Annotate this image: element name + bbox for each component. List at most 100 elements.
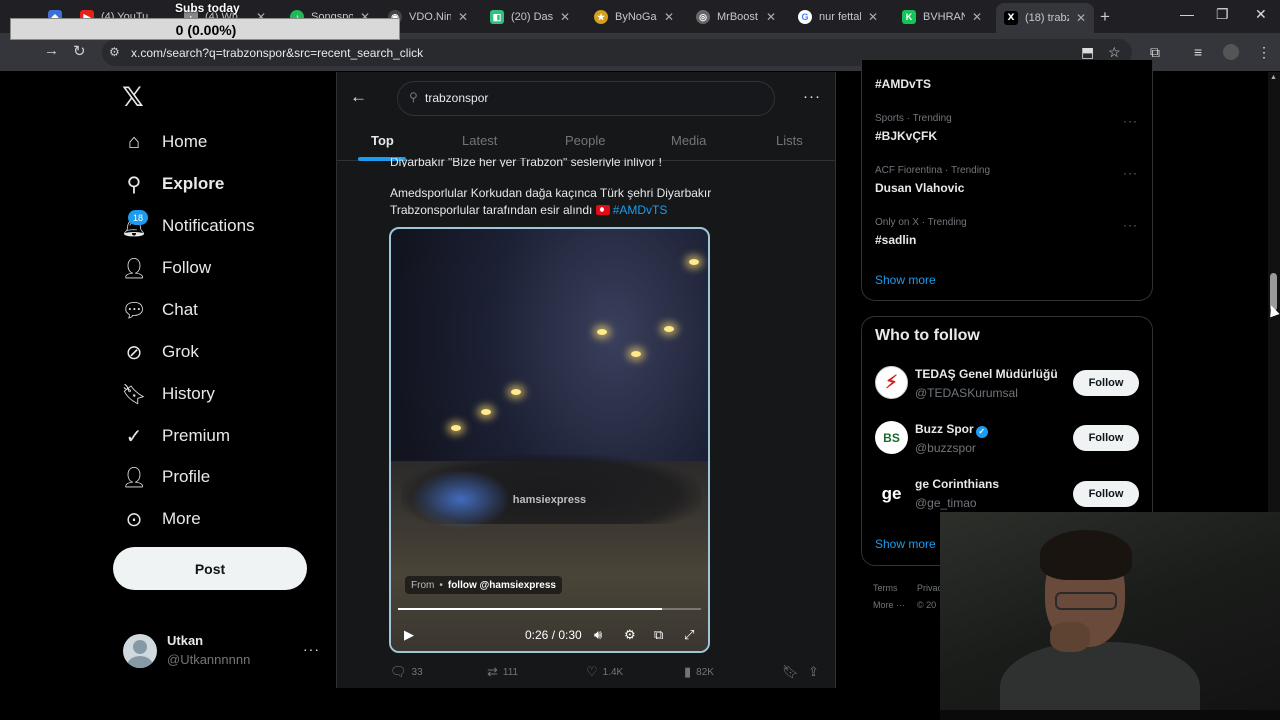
back-arrow-icon[interactable]: ←: [350, 87, 367, 107]
more-dots-icon[interactable]: ···: [1123, 166, 1138, 180]
view-count: 82K: [696, 666, 714, 678]
scroll-up-icon[interactable]: ▲: [1270, 74, 1277, 81]
maximize-icon[interactable]: ❐: [1216, 6, 1229, 23]
browser-tab[interactable]: ★ ByNoGam ✕: [586, 4, 682, 30]
video-player[interactable]: hamsiexpress From • follow @hamsiexpress…: [389, 227, 710, 653]
footer-link[interactable]: Privac: [917, 583, 942, 593]
close-icon[interactable]: ✕: [766, 10, 776, 24]
streetlight-icon: [689, 259, 699, 265]
webcam-bottom-bar: [940, 710, 1280, 720]
views-button[interactable]: ▮ 82K: [684, 664, 714, 680]
repost-button[interactable]: ⇄ 111: [487, 664, 518, 680]
minimize-icon[interactable]: —: [1180, 6, 1194, 22]
sidebar-item-more[interactable]: ⊙ More: [122, 501, 201, 537]
more-dots-icon[interactable]: ···: [1123, 114, 1138, 128]
source-attribution[interactable]: From • follow @hamsiexpress: [405, 576, 562, 594]
follow-button[interactable]: Follow: [1073, 425, 1139, 451]
browser-tab[interactable]: ◧ (20) Dash ✕: [482, 4, 578, 30]
window-close-icon[interactable]: ✕: [1255, 6, 1267, 23]
trends-show-more-link[interactable]: Show more: [875, 273, 936, 287]
close-icon[interactable]: ✕: [664, 10, 674, 24]
x-logo-icon[interactable]: 𝕏: [122, 82, 144, 113]
extensions-icon[interactable]: ⧉: [1150, 44, 1160, 61]
browser-tab[interactable]: ◎ MrBoost ✕: [688, 4, 784, 30]
more-dots-icon[interactable]: ···: [1123, 218, 1138, 232]
play-icon[interactable]: ▶: [404, 627, 414, 643]
fullscreen-icon[interactable]: ⤢: [684, 627, 694, 643]
browser-tab-active[interactable]: X (18) trabz ✕: [996, 3, 1094, 33]
tab-media[interactable]: Media: [671, 133, 706, 148]
sidebar-item-premium[interactable]: ✓ Premium: [122, 418, 230, 454]
sidebar-item-history[interactable]: 🔖︎ History: [121, 376, 215, 412]
tab-top[interactable]: Top: [371, 133, 394, 148]
account-name[interactable]: TEDAŞ Genel Müdürlüğü: [915, 367, 1058, 381]
repost-count: 111: [502, 666, 519, 678]
like-button[interactable]: ♡ 1.4K: [586, 664, 623, 680]
settings-icon[interactable]: ⚙: [624, 627, 636, 643]
trend-meta: ACF Fiorentina · Trending: [875, 165, 991, 176]
close-icon[interactable]: ✕: [972, 10, 982, 24]
video-progress-bar[interactable]: [398, 608, 701, 610]
forward-icon[interactable]: →: [44, 42, 59, 59]
trend-name[interactable]: Dusan Vlahovic: [875, 181, 964, 195]
volume-icon[interactable]: 🔊︎: [594, 627, 602, 643]
account-name-row[interactable]: Buzz Spor ✓: [915, 422, 988, 438]
media-control-icon[interactable]: ≡: [1194, 44, 1202, 60]
streetlight-icon: [631, 351, 641, 357]
sidebar-item-chat[interactable]: 💬︎ Chat: [121, 292, 198, 328]
reply-button[interactable]: 🗨︎ 33: [390, 664, 423, 680]
follow-button[interactable]: Follow: [1073, 481, 1139, 507]
browser-tab[interactable]: K BVHRAN ✕: [894, 4, 990, 30]
pip-icon[interactable]: ⧉: [654, 627, 663, 643]
sidebar-item-grok[interactable]: ⊘ Grok: [122, 334, 199, 370]
trend-name[interactable]: #sadlin: [875, 233, 916, 247]
avatar[interactable]: BS: [875, 421, 908, 454]
share-button[interactable]: ⇪: [808, 664, 819, 680]
avatar: [123, 634, 157, 668]
account-name[interactable]: ge Corinthians: [915, 477, 999, 491]
site-settings-icon[interactable]: ⚙: [109, 45, 120, 59]
bar-chart-icon: ▮: [684, 664, 692, 679]
dash-icon: ◧: [490, 10, 504, 24]
bookmark-button[interactable]: 🔖︎: [782, 664, 799, 680]
star-icon[interactable]: ☆: [1108, 44, 1121, 61]
subs-value: 0 (0.00%): [175, 22, 237, 38]
video-watermark: hamsiexpress: [512, 494, 587, 506]
post-button[interactable]: Post: [113, 547, 307, 590]
url-text[interactable]: x.com/search?q=trabzonspor&src=recent_se…: [131, 46, 423, 60]
footer-link[interactable]: Terms: [873, 583, 898, 593]
kebab-menu-icon[interactable]: ⋮: [1257, 44, 1271, 61]
profile-avatar[interactable]: [1223, 44, 1239, 60]
search-query[interactable]: trabzonspor: [425, 91, 488, 105]
hashtag-link[interactable]: #AMDvTS: [613, 203, 668, 217]
reload-icon[interactable]: ↻: [73, 42, 86, 60]
avatar[interactable]: ge: [875, 477, 908, 510]
tab-lists[interactable]: Lists: [776, 133, 803, 148]
more-dots-icon[interactable]: ···: [303, 641, 320, 657]
tweet-text-line: Diyarbakır "Bize her yer Trabzon" sesler…: [390, 158, 662, 167]
tab-people[interactable]: People: [565, 133, 605, 148]
install-icon[interactable]: ⬒: [1081, 44, 1094, 61]
trend-name[interactable]: #AMDvTS: [875, 77, 931, 91]
close-icon[interactable]: ✕: [1076, 11, 1086, 25]
follow-show-more-link[interactable]: Show more: [875, 537, 936, 551]
chat-icon: 💬︎: [121, 299, 147, 322]
close-icon[interactable]: ✕: [458, 10, 468, 24]
browser-tab[interactable]: G nur fettah ✕: [790, 4, 886, 30]
new-tab-button[interactable]: +: [1100, 7, 1110, 27]
sidebar-item-explore[interactable]: ⚲ Explore: [122, 166, 225, 202]
video-progress-fill: [398, 608, 662, 610]
turkey-flag-icon: [595, 205, 610, 215]
avatar[interactable]: ⚡︎: [875, 366, 908, 399]
more-options-icon[interactable]: ···: [803, 88, 821, 105]
sidebar-item-follow[interactable]: 👤︎ Follow: [121, 250, 211, 286]
close-icon[interactable]: ✕: [868, 10, 878, 24]
trend-name[interactable]: #BJKvÇFK: [875, 129, 937, 143]
close-icon[interactable]: ✕: [560, 10, 570, 24]
sidebar-item-home[interactable]: ⌂ Home: [122, 124, 207, 160]
footer-link[interactable]: More ···: [873, 600, 905, 610]
tab-latest[interactable]: Latest: [462, 133, 497, 148]
person-icon: 👤︎: [121, 466, 147, 489]
sidebar-item-profile[interactable]: 👤︎ Profile: [121, 459, 210, 495]
follow-button[interactable]: Follow: [1073, 370, 1139, 396]
